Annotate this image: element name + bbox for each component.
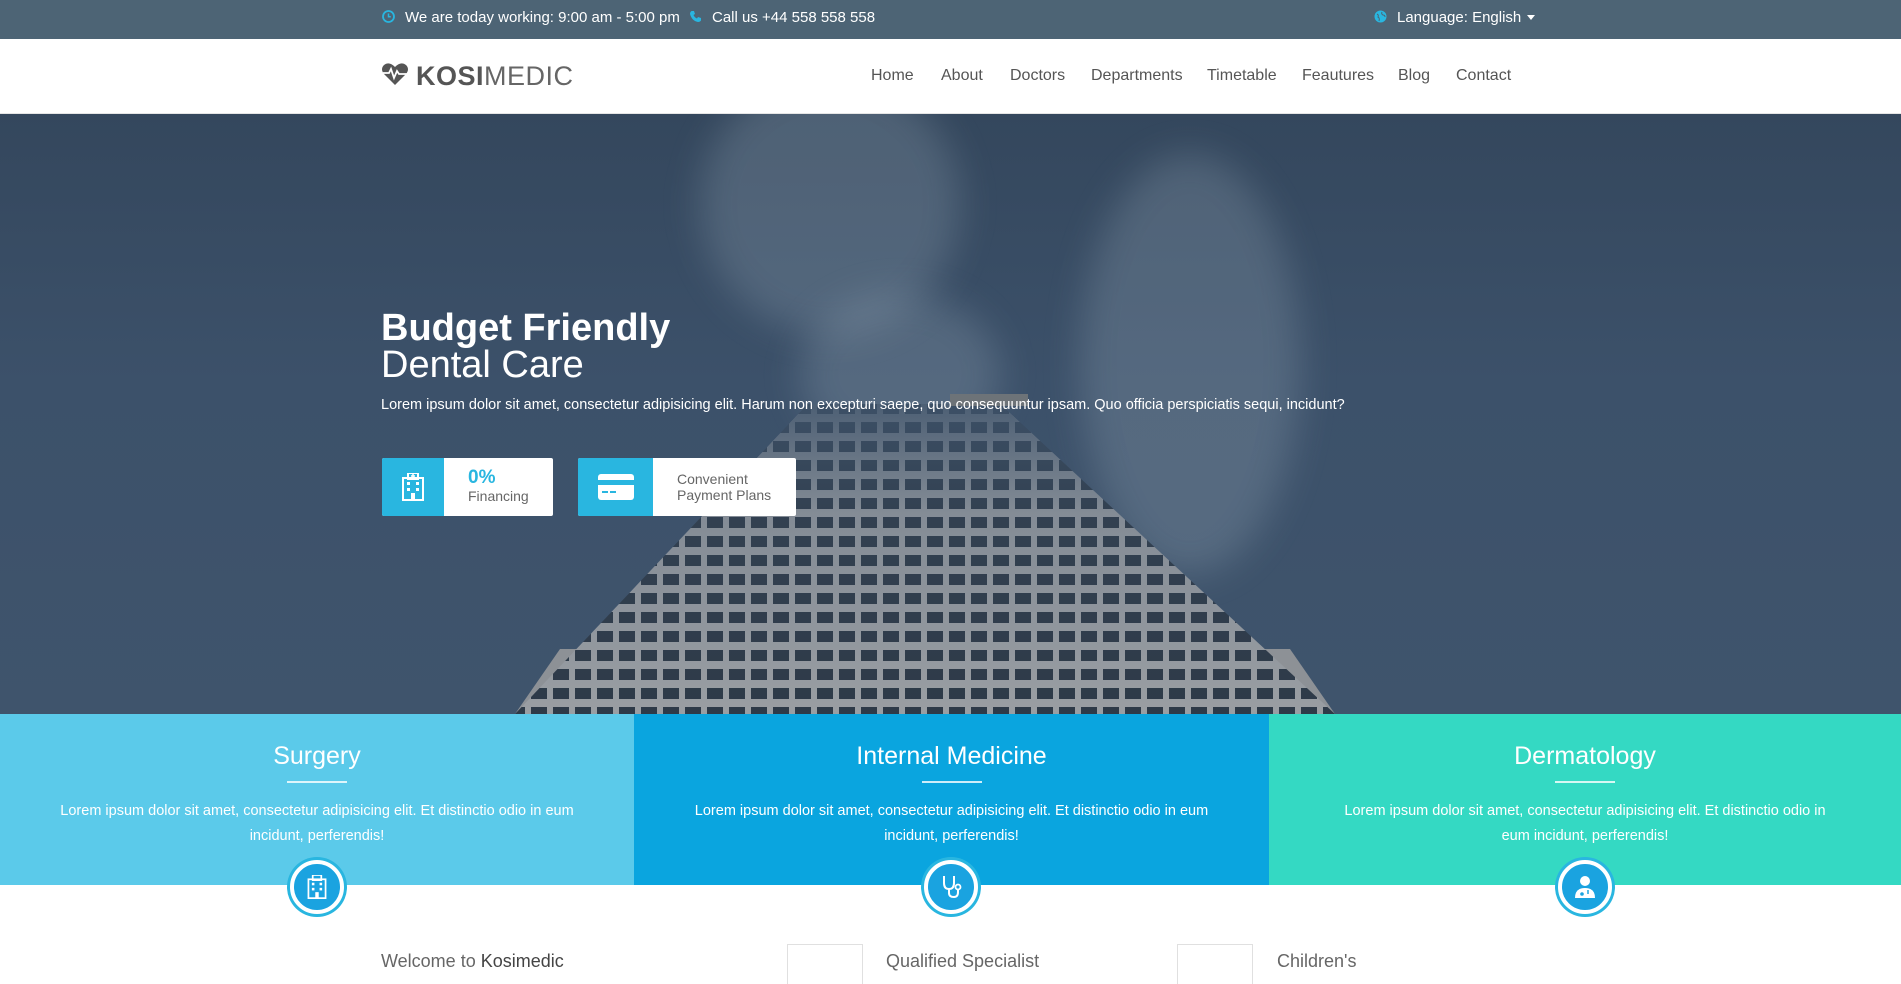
nav-departments[interactable]: Departments (1091, 67, 1183, 85)
nav-home[interactable]: Home (871, 67, 914, 85)
feature-icon-box (787, 944, 863, 984)
doctor-icon (1558, 860, 1612, 914)
skyscraper-image (515, 394, 1335, 714)
stethoscope-icon (924, 860, 978, 914)
financing-label: Financing (468, 488, 529, 504)
department-text: Lorem ipsum dolor sit amet, consectetur … (1344, 803, 1826, 844)
divider (1555, 781, 1615, 783)
qualified-specialist-heading: Qualified Specialist (886, 951, 1040, 971)
nav-doctors[interactable]: Doctors (1010, 67, 1065, 85)
language-selector[interactable]: Language: English (1373, 9, 1536, 26)
payment-plans-badge[interactable]: Convenient Payment Plans (578, 458, 796, 516)
language-text: Language: English (1397, 9, 1522, 26)
phone-icon (688, 10, 702, 26)
payment-line1: Convenient (677, 471, 748, 487)
welcome-heading: Welcome to Kosimedic (381, 951, 564, 972)
logo-bold: KOSI (416, 61, 485, 91)
childrens-heading: Children's (1277, 951, 1357, 971)
financing-badge[interactable]: 0% Financing (382, 458, 553, 516)
logo-text: KOSIMEDIC (416, 61, 574, 92)
financing-text: 0% Financing (444, 458, 553, 516)
globe-icon (1373, 10, 1387, 26)
welcome-name: Kosimedic (480, 951, 564, 971)
department-text: Lorem ipsum dolor sit amet, consectetur … (694, 803, 1209, 844)
hero-title-line2: Dental Care (381, 344, 584, 386)
chevron-down-icon (1527, 15, 1536, 20)
hero-title: Budget Friendly Dental Care (381, 307, 671, 386)
phone-text: Call us +44 558 558 558 (712, 9, 876, 26)
credit-card-icon (578, 458, 653, 516)
hero-title-line1: Budget Friendly (381, 307, 671, 349)
working-hours: We are today working: 9:00 am - 5:00 pm (381, 9, 680, 26)
payment-plans-text: Convenient Payment Plans (653, 458, 795, 516)
hospital-icon (290, 860, 344, 914)
department-title: Dermatology (1514, 742, 1656, 770)
feature-icon-box (1177, 944, 1253, 984)
nav-features[interactable]: Feautures (1302, 67, 1374, 85)
hero-section: Budget Friendly Dental Care Lorem ipsum … (0, 114, 1901, 714)
department-title: Internal Medicine (856, 742, 1047, 770)
hospital-icon (382, 458, 444, 516)
top-bar: We are today working: 9:00 am - 5:00 pm … (0, 0, 1901, 39)
logo-light: MEDIC (484, 61, 574, 91)
heart-pulse-icon (381, 62, 409, 91)
logo[interactable]: KOSIMEDIC (381, 61, 574, 92)
nav-blog[interactable]: Blog (1398, 67, 1430, 85)
department-text: Lorem ipsum dolor sit amet, consectetur … (60, 803, 574, 844)
payment-line2: Payment Plans (677, 487, 772, 503)
nav-timetable[interactable]: Timetable (1207, 67, 1277, 85)
nav-contact[interactable]: Contact (1456, 67, 1511, 85)
clock-icon (381, 9, 395, 26)
site-header: KOSIMEDIC Home About Doctors Departments… (0, 39, 1901, 114)
divider (921, 781, 982, 783)
nav-about[interactable]: About (941, 67, 983, 85)
welcome-prefix: Welcome to (381, 951, 476, 971)
hero-description: Lorem ipsum dolor sit amet, consectetur … (381, 397, 1345, 413)
department-title: Surgery (273, 742, 361, 770)
financing-value: 0% (468, 467, 496, 488)
phone-info[interactable]: Call us +44 558 558 558 (688, 9, 875, 26)
divider (287, 781, 347, 783)
working-hours-text: We are today working: 9:00 am - 5:00 pm (405, 9, 680, 26)
